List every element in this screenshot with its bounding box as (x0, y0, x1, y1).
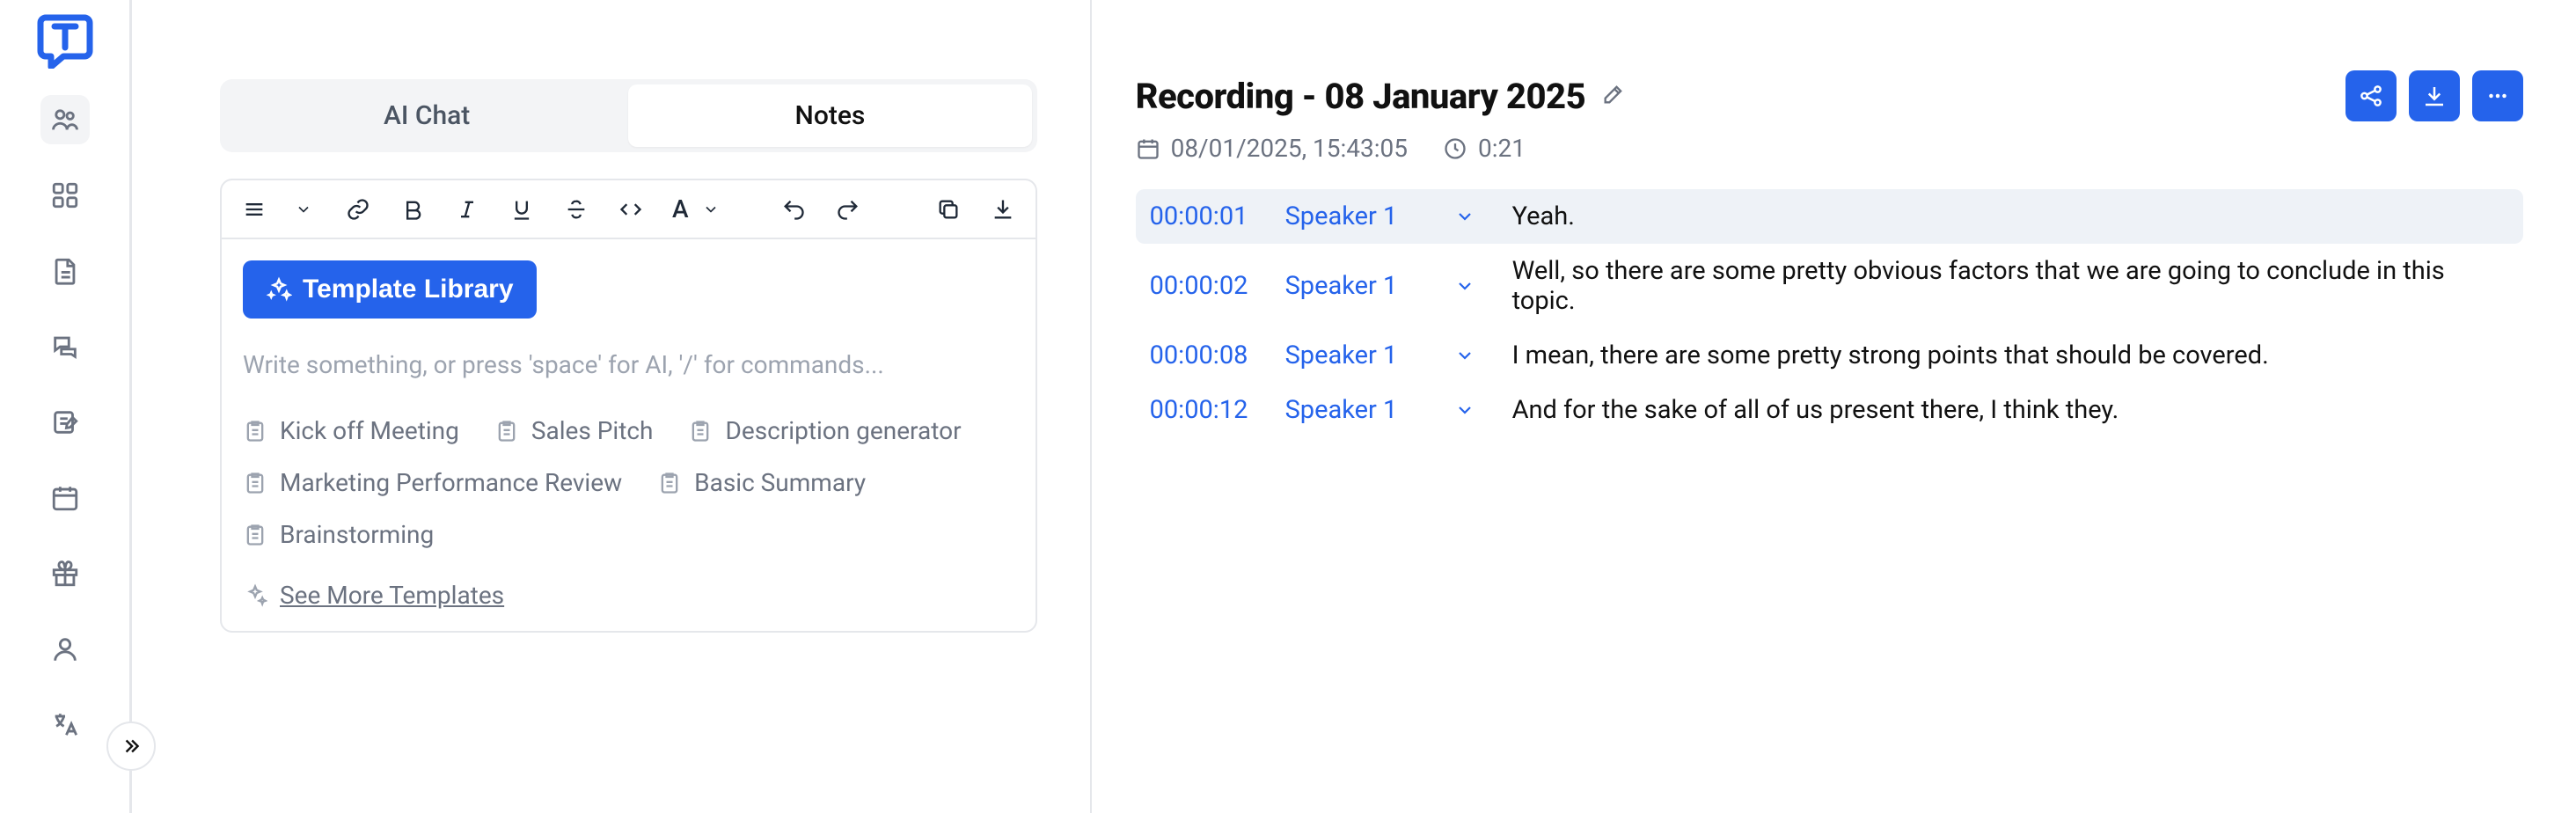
underline-icon[interactable] (509, 196, 535, 223)
template-item-label: Sales Pitch (531, 416, 654, 445)
template-item[interactable]: Sales Pitch (494, 416, 654, 445)
redo-icon[interactable] (835, 196, 861, 223)
undo-icon[interactable] (780, 196, 807, 223)
transcript-text: I mean, there are some pretty strong poi… (1512, 341, 2509, 370)
transcript-text: Yeah. (1512, 201, 2509, 231)
transcript-pane: Recording - 08 January 2025 08/01/2025, … (1090, 0, 2576, 813)
share-button[interactable] (2345, 70, 2397, 121)
main-content: AI Chat Notes (132, 0, 2576, 813)
download-button[interactable] (2409, 70, 2460, 121)
italic-icon[interactable] (454, 196, 480, 223)
nav-gift-icon[interactable] (40, 549, 90, 598)
nav-profile-icon[interactable] (40, 625, 90, 674)
sidebar (0, 0, 132, 813)
tab-notes[interactable]: Notes (628, 84, 1031, 147)
see-more-label: See More Templates (280, 581, 504, 610)
calendar-icon (1136, 136, 1160, 161)
nav-calendar-icon[interactable] (40, 473, 90, 523)
recording-title: Recording - 08 January 2025 (1136, 76, 1586, 117)
template-item[interactable]: Description generator (688, 416, 961, 445)
editor-card: A (220, 179, 1037, 633)
recording-title-row: Recording - 08 January 2025 (1136, 70, 2523, 121)
transcript-timestamp[interactable]: 00:00:08 (1150, 341, 1264, 370)
nav-document-icon[interactable] (40, 246, 90, 296)
download-icon[interactable] (990, 196, 1016, 223)
template-item-label: Brainstorming (280, 520, 434, 549)
template-item[interactable]: Kick off Meeting (243, 416, 459, 445)
template-item[interactable]: Marketing Performance Review (243, 468, 622, 497)
template-item-label: Kick off Meeting (280, 416, 459, 445)
copy-icon[interactable] (935, 196, 962, 223)
edit-title-icon[interactable] (1601, 82, 1626, 110)
editor-placeholder: Write something, or press 'space' for AI… (243, 350, 1014, 379)
editor-toolbar: A (222, 180, 1036, 239)
transcript-text: Well, so there are some pretty obvious f… (1512, 256, 2509, 316)
speaker-chevron-icon[interactable] (1438, 275, 1491, 297)
transcript-text: And for the sake of all of us present th… (1512, 395, 2509, 425)
see-more-templates-link[interactable]: See More Templates (243, 581, 1014, 610)
editor-body[interactable]: Template Library Write something, or pre… (222, 239, 1036, 631)
transcript-timestamp[interactable]: 00:00:02 (1150, 271, 1264, 301)
notes-tabs: AI Chat Notes (220, 79, 1037, 152)
transcript-timestamp[interactable]: 00:00:01 (1150, 201, 1264, 231)
template-library-button[interactable]: Template Library (243, 260, 537, 319)
template-item[interactable]: Basic Summary (657, 468, 866, 497)
transcript-speaker[interactable]: Speaker 1 (1285, 341, 1417, 370)
recording-date: 08/01/2025, 15:43:05 (1136, 134, 1408, 163)
font-style-icon[interactable]: A (672, 194, 689, 223)
nav-dashboard-icon[interactable] (40, 171, 90, 220)
code-icon[interactable] (618, 196, 644, 223)
nav-notes-icon[interactable] (40, 398, 90, 447)
transcript-timestamp[interactable]: 00:00:12 (1150, 395, 1264, 425)
template-suggestions: Kick off Meeting Sales Pitch Description… (243, 416, 1014, 610)
transcript-row[interactable]: 00:00:08 Speaker 1 I mean, there are som… (1136, 328, 2523, 383)
font-style-chevron-icon[interactable] (698, 196, 724, 223)
transcript-row[interactable]: 00:00:12 Speaker 1 And for the sake of a… (1136, 383, 2523, 437)
transcript-speaker[interactable]: Speaker 1 (1285, 271, 1417, 301)
strikethrough-icon[interactable] (563, 196, 589, 223)
template-item-label: Marketing Performance Review (280, 468, 622, 497)
transcript-row[interactable]: 00:00:01 Speaker 1 Yeah. (1136, 189, 2523, 244)
template-library-label: Template Library (303, 275, 514, 304)
nav-people-icon[interactable] (40, 95, 90, 144)
template-item[interactable]: Brainstorming (243, 520, 1014, 549)
list-format-icon[interactable] (241, 196, 267, 223)
link-icon[interactable] (345, 196, 371, 223)
date-value: 08/01/2025, 15:43:05 (1171, 134, 1408, 163)
recording-duration: 0:21 (1443, 134, 1526, 163)
template-item-label: Description generator (725, 416, 961, 445)
clock-icon (1443, 136, 1467, 161)
nav-translate-icon[interactable] (40, 700, 90, 750)
tab-ai-chat[interactable]: AI Chat (225, 84, 628, 147)
transcript-row[interactable]: 00:00:02 Speaker 1 Well, so there are so… (1136, 244, 2523, 328)
template-item-label: Basic Summary (694, 468, 866, 497)
transcript-speaker[interactable]: Speaker 1 (1285, 201, 1417, 231)
notes-pane: AI Chat Notes (132, 0, 1090, 813)
sidebar-expand-button[interactable] (106, 721, 156, 771)
speaker-chevron-icon[interactable] (1438, 206, 1491, 227)
duration-value: 0:21 (1478, 134, 1526, 163)
speaker-chevron-icon[interactable] (1438, 345, 1491, 366)
transcript-speaker[interactable]: Speaker 1 (1285, 395, 1417, 425)
bold-icon[interactable] (399, 196, 426, 223)
nav-chat-icon[interactable] (40, 322, 90, 371)
more-button[interactable] (2472, 70, 2523, 121)
app-logo[interactable] (37, 12, 93, 69)
recording-meta: 08/01/2025, 15:43:05 0:21 (1136, 134, 2523, 163)
list-format-chevron-icon[interactable] (290, 196, 317, 223)
speaker-chevron-icon[interactable] (1438, 399, 1491, 421)
transcript-list: 00:00:01 Speaker 1 Yeah. 00:00:02 Speake… (1136, 189, 2523, 437)
